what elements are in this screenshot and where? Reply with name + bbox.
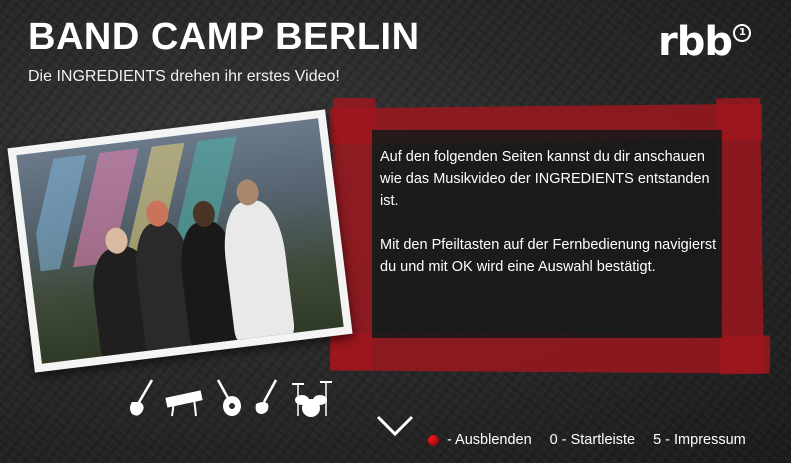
bass-guitar-icon[interactable] [250,378,280,418]
hide-label[interactable]: - Ausblenden [447,432,532,448]
impressum-label[interactable]: 5 - Impressum [653,432,746,448]
tape-right [716,97,764,375]
keyboard-icon[interactable] [164,388,204,418]
red-button-icon [428,434,439,446]
rbb-logo: rbb 1 [658,22,751,62]
footer-bar: - Ausblenden 0 - Startleiste 5 - Impress… [428,432,746,448]
electric-guitar-icon[interactable] [126,378,156,418]
band-photo-image [16,118,344,364]
info-textbox: Auf den folgenden Seiten kannst du dir a… [372,130,722,338]
drum-kit-icon[interactable] [288,378,334,418]
page-title: BAND CAMP BERLIN [28,16,420,58]
logo-text: rbb [658,19,733,65]
instrument-icons [126,378,334,418]
acoustic-guitar-icon[interactable] [212,378,242,418]
tape-bottom [329,332,771,374]
chevron-down-icon[interactable] [375,414,415,443]
start-bar-label[interactable]: 0 - Startleiste [550,432,635,448]
page-subtitle: Die INGREDIENTS drehen ihr erstes Video! [28,68,340,85]
info-paragraph-2: Mit den Pfeiltasten auf der Fernbedienun… [380,237,717,275]
band-photo [7,109,353,373]
logo-badge: 1 [733,24,751,42]
info-paragraph-1: Auf den folgenden Seiten kannst du dir a… [380,149,710,209]
